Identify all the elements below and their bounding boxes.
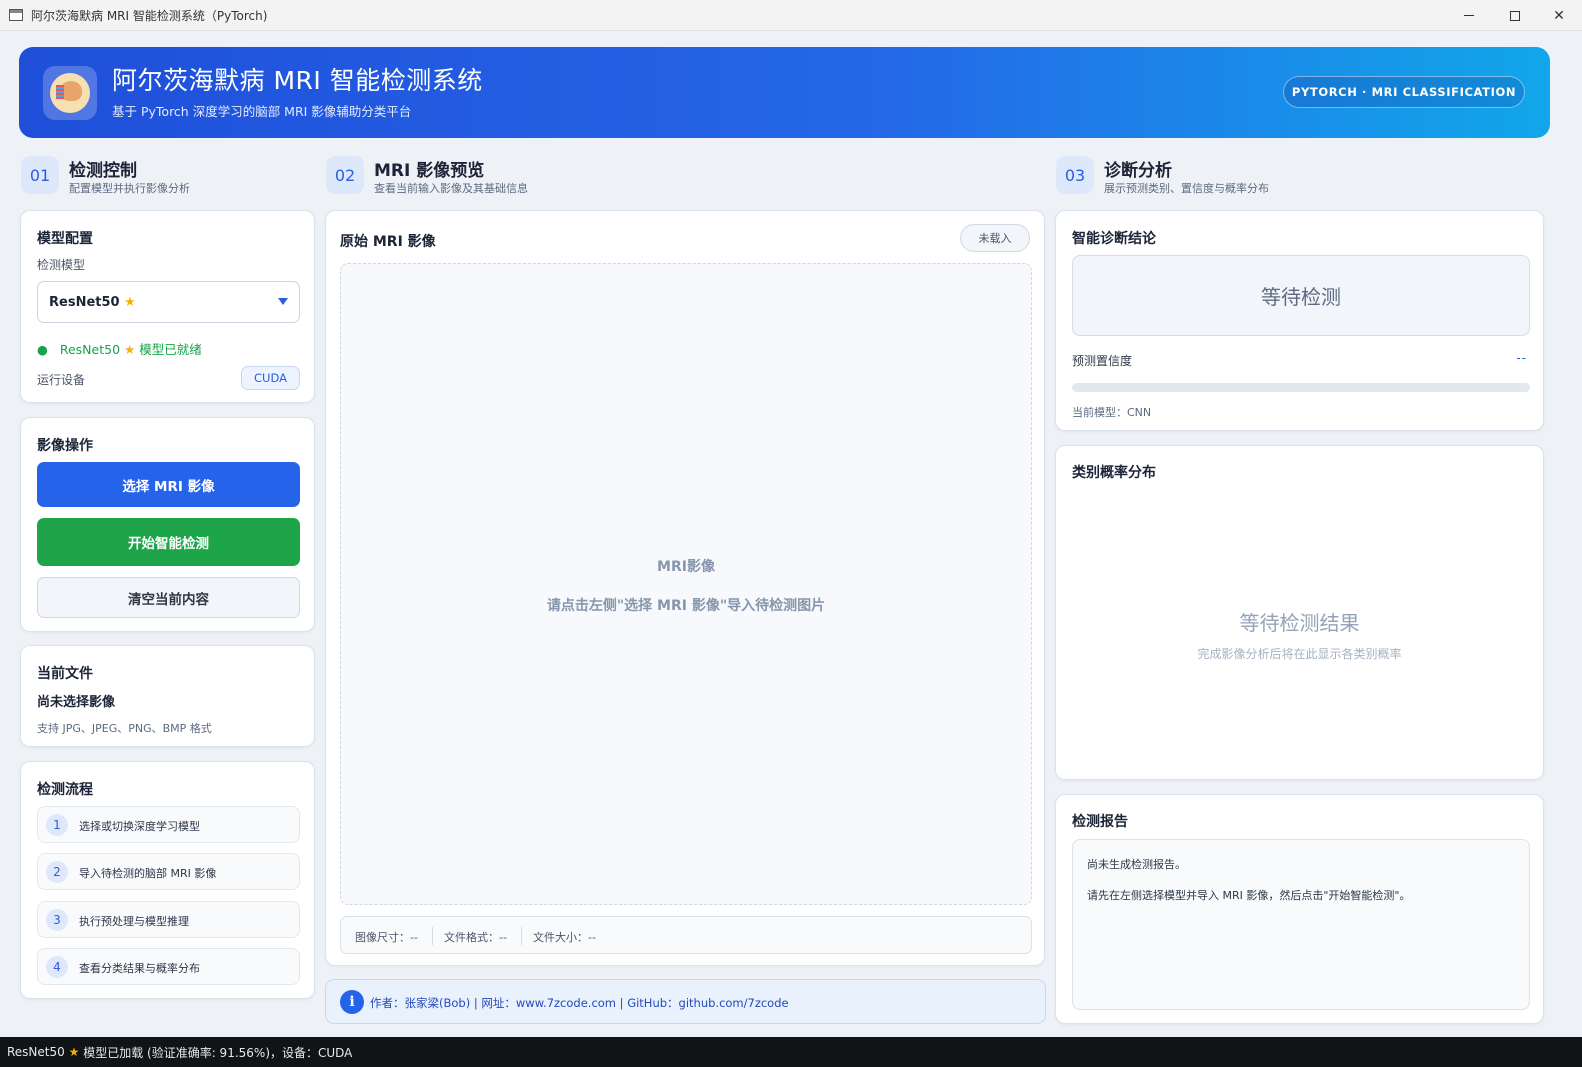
info-icon: i bbox=[340, 990, 364, 1014]
flow-step: 4 查看分类结果与概率分布 bbox=[37, 948, 300, 985]
placeholder-hint: 请点击左侧"选择 MRI 影像"导入待检测图片 bbox=[546, 598, 826, 614]
image-info-bar: 图像尺寸：-- 文件格式：-- 文件大小：-- bbox=[340, 916, 1032, 954]
step-text: 执行预处理与模型推理 bbox=[79, 915, 189, 928]
section-number: 02 bbox=[326, 156, 364, 194]
divider bbox=[432, 927, 433, 945]
flow-step: 2 导入待检测的脑部 MRI 影像 bbox=[37, 853, 300, 890]
image-size: 图像尺寸：-- bbox=[355, 931, 418, 944]
section-subtitle: 查看当前输入影像及其基础信息 bbox=[374, 182, 528, 195]
waiting-title: 等待检测结果 bbox=[1239, 611, 1360, 635]
model-config-card: 模型配置 检测模型 ResNet50 ★ ● ResNet50 ★ 模型已就绪 … bbox=[20, 210, 315, 403]
report-line: 尚未生成检测报告。 bbox=[1087, 858, 1186, 871]
card-title: 当前文件 bbox=[37, 666, 93, 682]
section-subtitle: 配置模型并执行影像分析 bbox=[69, 182, 190, 195]
chevron-down-icon bbox=[278, 298, 288, 305]
card-title: 检测流程 bbox=[37, 782, 93, 798]
step-text: 导入待检测的脑部 MRI 影像 bbox=[79, 867, 217, 880]
app-subtitle: 基于 PyTorch 深度学习的脑部 MRI 影像辅助分类平台 bbox=[112, 104, 412, 119]
model-select[interactable]: ResNet50 ★ bbox=[37, 281, 300, 323]
app-window-icon bbox=[9, 9, 23, 21]
section-number: 03 bbox=[1056, 156, 1094, 194]
file-format-hint: 支持 JPG、JPEG、PNG、BMP 格式 bbox=[37, 722, 212, 735]
status-model: ResNet50 bbox=[7, 1045, 65, 1059]
file-format: 文件格式：-- bbox=[444, 931, 507, 944]
section-title: 检测控制 bbox=[69, 161, 137, 181]
waiting-subtitle: 完成影像分析后将在此显示各类别概率 bbox=[1197, 647, 1402, 661]
header-banner: 阿尔茨海默病 MRI 智能检测系统 基于 PyTorch 深度学习的脑部 MRI… bbox=[19, 47, 1550, 138]
diagnosis-result: 等待检测 bbox=[1072, 255, 1530, 336]
flow-step: 1 选择或切换深度学习模型 bbox=[37, 806, 300, 843]
step-number: 4 bbox=[46, 956, 68, 978]
flow-step: 3 执行预处理与模型推理 bbox=[37, 901, 300, 938]
confidence-value: -- bbox=[1516, 351, 1527, 365]
model-ready-status: ● ResNet50 ★ 模型已就绪 bbox=[37, 339, 202, 358]
report-text-area[interactable]: 尚未生成检测报告。 请先在左侧选择模型并导入 MRI 影像，然后点击"开始智能检… bbox=[1072, 839, 1530, 1010]
step-text: 查看分类结果与概率分布 bbox=[79, 962, 200, 975]
close-icon: ✕ bbox=[1553, 7, 1565, 24]
mri-preview-card: 原始 MRI 影像 未载入 MRI影像 请点击左侧"选择 MRI 影像"导入待检… bbox=[325, 210, 1045, 966]
window-titlebar: 阿尔茨海默病 MRI 智能检测系统（PyTorch) ✕ bbox=[0, 0, 1582, 31]
status-dot-icon: ● bbox=[37, 342, 48, 357]
star-icon: ★ bbox=[124, 342, 136, 357]
minimize-icon bbox=[1464, 15, 1474, 16]
current-file-card: 当前文件 尚未选择影像 支持 JPG、JPEG、PNG、BMP 格式 bbox=[20, 645, 315, 747]
app-title: 阿尔茨海默病 MRI 智能检测系统 bbox=[112, 66, 483, 95]
card-title: 模型配置 bbox=[37, 231, 93, 247]
confidence-progress-bar bbox=[1072, 383, 1530, 392]
section-title: MRI 影像预览 bbox=[374, 161, 485, 181]
close-button[interactable]: ✕ bbox=[1536, 0, 1582, 31]
card-title: 检测报告 bbox=[1072, 814, 1128, 830]
window-title: 阿尔茨海默病 MRI 智能检测系统（PyTorch) bbox=[31, 8, 268, 23]
model-label: 检测模型 bbox=[37, 258, 86, 272]
status-text: 模型已加载 (验证准确率: 91.56%)，设备：CUDA bbox=[83, 1045, 353, 1060]
current-model: 当前模型：CNN bbox=[1072, 406, 1152, 419]
status-bar: ResNet50 ★ 模型已加载 (验证准确率: 91.56%)，设备：CUDA bbox=[0, 1037, 1582, 1067]
detection-flow-card: 检测流程 1 选择或切换深度学习模型 2 导入待检测的脑部 MRI 影像 3 执… bbox=[20, 761, 315, 999]
placeholder-title: MRI影像 bbox=[657, 559, 715, 575]
framework-badge: PYTORCH · MRI CLASSIFICATION bbox=[1283, 76, 1525, 108]
step-number: 3 bbox=[46, 909, 68, 931]
star-icon: ★ bbox=[124, 295, 136, 310]
mri-image-area[interactable]: MRI影像 请点击左侧"选择 MRI 影像"导入待检测图片 bbox=[340, 263, 1032, 905]
divider bbox=[521, 927, 522, 945]
author-text: 作者：张家梁(Bob) | 网址：www.7zcode.com | GitHub… bbox=[370, 996, 789, 1010]
author-info-bar: i 作者：张家梁(Bob) | 网址：www.7zcode.com | GitH… bbox=[325, 979, 1046, 1024]
file-size: 文件大小：-- bbox=[533, 931, 596, 944]
maximize-button[interactable] bbox=[1492, 0, 1538, 31]
section-number: 01 bbox=[21, 156, 59, 194]
card-title: 原始 MRI 影像 bbox=[340, 234, 436, 250]
section-subtitle: 展示预测类别、置信度与概率分布 bbox=[1104, 182, 1269, 195]
ready-model-name: ResNet50 bbox=[59, 342, 121, 357]
step-text: 选择或切换深度学习模型 bbox=[79, 820, 200, 833]
clear-button[interactable]: 清空当前内容 bbox=[37, 577, 300, 618]
device-label: 运行设备 bbox=[37, 373, 86, 387]
device-badge: CUDA bbox=[241, 366, 300, 390]
section-title: 诊断分析 bbox=[1104, 161, 1172, 181]
file-name: 尚未选择影像 bbox=[37, 695, 116, 710]
step-number: 2 bbox=[46, 861, 68, 883]
brain-logo-icon bbox=[43, 66, 97, 120]
ready-text: 模型已就绪 bbox=[139, 342, 202, 357]
card-title: 影像操作 bbox=[37, 438, 93, 454]
report-card: 检测报告 尚未生成检测报告。 请先在左侧选择模型并导入 MRI 影像，然后点击"… bbox=[1055, 794, 1544, 1024]
select-mri-button[interactable]: 选择 MRI 影像 bbox=[37, 462, 300, 507]
selected-model: ResNet50 bbox=[49, 295, 120, 310]
image-ops-card: 影像操作 选择 MRI 影像 开始智能检测 清空当前内容 bbox=[20, 417, 315, 632]
maximize-icon bbox=[1510, 10, 1520, 21]
minimize-button[interactable] bbox=[1446, 0, 1492, 31]
load-status-badge: 未载入 bbox=[960, 224, 1030, 252]
start-detection-button[interactable]: 开始智能检测 bbox=[37, 518, 300, 566]
probability-card: 类别概率分布 等待检测结果 完成影像分析后将在此显示各类别概率 bbox=[1055, 445, 1544, 780]
step-number: 1 bbox=[46, 814, 68, 836]
confidence-label: 预测置信度 bbox=[1072, 354, 1133, 368]
diagnosis-card: 智能诊断结论 等待检测 预测置信度 -- 当前模型：CNN bbox=[1055, 210, 1544, 431]
star-icon: ★ bbox=[68, 1045, 80, 1059]
card-title: 智能诊断结论 bbox=[1072, 231, 1156, 247]
report-line: 请先在左侧选择模型并导入 MRI 影像，然后点击"开始智能检测"。 bbox=[1087, 889, 1411, 902]
card-title: 类别概率分布 bbox=[1072, 465, 1156, 481]
